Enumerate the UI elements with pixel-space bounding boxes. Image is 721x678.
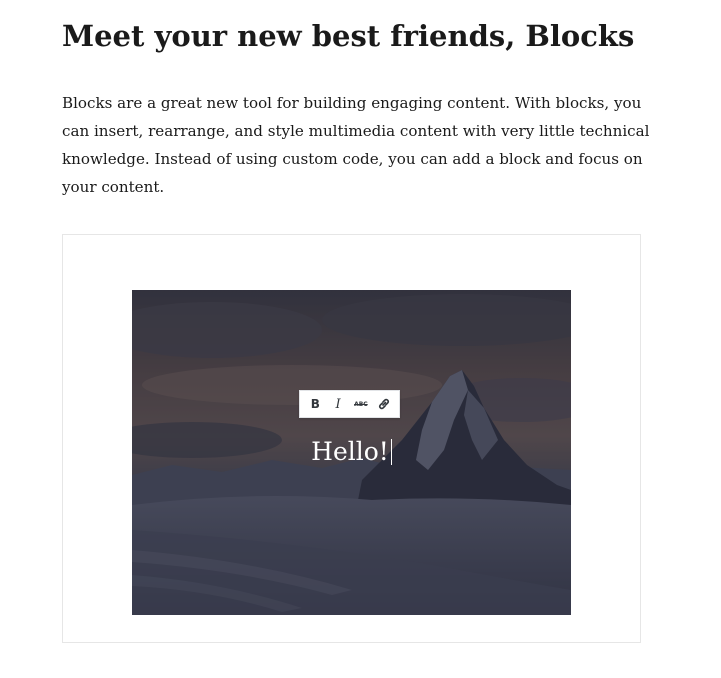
cover-block[interactable]: B I ABC Hello! xyxy=(132,290,571,615)
demo-frame: B I ABC Hello! xyxy=(62,234,641,643)
format-toolbar: B I ABC xyxy=(299,390,400,418)
cover-text-editable[interactable]: Hello! xyxy=(132,434,571,470)
bold-button[interactable]: B xyxy=(304,393,326,415)
link-button[interactable] xyxy=(373,393,395,415)
cover-text: Hello! xyxy=(311,437,389,466)
strikethrough-button[interactable]: ABC xyxy=(350,393,372,415)
post-heading: Meet your new best friends, Blocks xyxy=(62,19,635,53)
post-paragraph: Blocks are a great new tool for building… xyxy=(62,94,650,196)
italic-button[interactable]: I xyxy=(327,393,349,415)
text-caret xyxy=(390,439,392,465)
link-icon xyxy=(378,398,389,410)
